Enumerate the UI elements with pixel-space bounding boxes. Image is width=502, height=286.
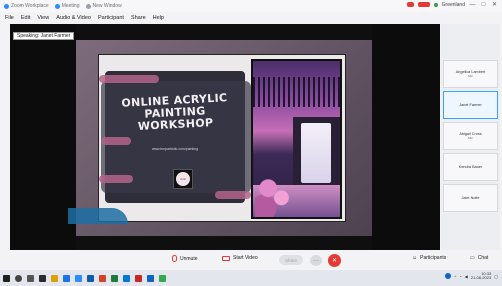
system-tray: ^ ◔ ◀ 10:33 21-08-2023 ▢ xyxy=(445,272,498,280)
menu-share[interactable]: Share xyxy=(131,15,146,21)
status-badge xyxy=(417,2,430,7)
shield-icon[interactable] xyxy=(445,273,452,279)
maximize-button[interactable]: □ xyxy=(480,2,487,8)
tab-meeting[interactable]: Meeting xyxy=(54,3,80,9)
participants-label: Participants xyxy=(420,255,447,261)
zoom-icon xyxy=(4,3,9,9)
zoom-window: Zoom Workplace Meeting New Window Greenl… xyxy=(0,0,502,286)
wifi-icon[interactable]: ◔ xyxy=(459,274,461,279)
share-button[interactable]: Share xyxy=(279,255,303,265)
chat-icon: ▭ xyxy=(470,255,475,261)
meeting-icon xyxy=(54,3,60,9)
letterbox-left xyxy=(10,24,76,250)
edge-icon[interactable] xyxy=(123,274,130,282)
menu-file[interactable]: File xyxy=(5,15,14,21)
tab-new-window[interactable]: New Window xyxy=(85,3,122,9)
participants-button[interactable]: ☺ Participants xyxy=(412,255,446,261)
title-right: Greenland — □ ✕ xyxy=(406,1,498,8)
windows-taskbar xyxy=(0,270,502,286)
notification-icon[interactable]: ▢ xyxy=(494,274,498,279)
chat-button[interactable]: ▭ Chat xyxy=(470,255,488,261)
task-view-icon[interactable] xyxy=(27,274,34,282)
participant-strip: Angelica Lambert Mic Janet Farmer Abigai… xyxy=(441,24,500,250)
participant-tile[interactable]: Abigail Cross Mic xyxy=(443,122,498,150)
store-icon[interactable] xyxy=(63,274,70,282)
participant-status: Mic xyxy=(468,74,473,78)
pink-stroke xyxy=(215,191,251,199)
participant-tile[interactable]: Kendra Bauer xyxy=(443,153,498,181)
participant-tile-active[interactable]: Janet Farmer xyxy=(443,91,498,119)
unmute-button[interactable]: Unmute xyxy=(172,255,198,262)
letterbox-right xyxy=(372,24,440,250)
start-icon[interactable] xyxy=(3,274,10,282)
waterfall-painting xyxy=(251,59,342,219)
people-icon: ☺ xyxy=(412,255,418,261)
chevron-up-icon[interactable]: ^ xyxy=(454,274,456,279)
slide-subtitle: www.bmpartistic.com/painting xyxy=(151,147,199,151)
volume-icon[interactable]: ◀ xyxy=(465,274,468,279)
shared-screen[interactable]: ONLINE ACRYLIC PAINTING WORKSHOP www.bmp… xyxy=(76,40,372,236)
minimize-button[interactable]: — xyxy=(469,2,476,8)
menu-view[interactable]: View xyxy=(37,15,49,21)
pink-stroke xyxy=(101,137,131,145)
participant-tile[interactable]: Angelica Lambert Mic xyxy=(443,60,498,88)
start-video-label: Start Video xyxy=(233,255,258,261)
menu-bar: File Edit View Audio & Video Participant… xyxy=(0,12,502,23)
menu-audio-video[interactable]: Audio & Video xyxy=(56,15,91,21)
mic-off-icon xyxy=(172,255,177,262)
pink-foliage xyxy=(255,169,299,217)
chat-label: Chat xyxy=(477,255,489,261)
excel-icon[interactable] xyxy=(111,274,118,282)
powerpoint-icon[interactable] xyxy=(99,274,106,282)
slide-title: ONLINE ACRYLIC PAINTING WORKSHOP xyxy=(121,91,228,133)
waterfall xyxy=(301,123,331,183)
title-bar: Zoom Workplace Meeting New Window Greenl… xyxy=(0,0,502,12)
taskbar-icons xyxy=(0,274,166,282)
unmute-label: Unmute xyxy=(180,255,198,262)
folder-icon[interactable] xyxy=(51,274,58,282)
tree-silhouettes xyxy=(253,77,340,107)
title-tabs: Zoom Workplace Meeting New Window xyxy=(0,0,122,12)
app-icon[interactable] xyxy=(135,274,142,282)
tab-label: Meeting xyxy=(61,3,80,9)
participant-name: Janet Farmer xyxy=(459,103,482,107)
participant-status: Mic xyxy=(468,136,473,140)
participant-tile[interactable]: Jake Nolte xyxy=(443,184,498,212)
tab-label: New Window xyxy=(92,3,122,9)
video-off-icon xyxy=(222,255,230,261)
menu-help[interactable]: Help xyxy=(153,15,164,21)
word-icon[interactable] xyxy=(87,274,94,282)
search-icon[interactable] xyxy=(15,274,22,282)
menu-participant[interactable]: Participant xyxy=(98,15,124,21)
clock-date: 21-08-2023 xyxy=(470,275,492,280)
start-video-button[interactable]: Start Video xyxy=(222,255,258,261)
tab-label: Zoom Workplace xyxy=(11,3,49,9)
speaking-indicator: Speaking: Janet Farmer xyxy=(13,32,75,40)
recording-icon[interactable] xyxy=(406,2,414,7)
workshop-logo: ArtZ xyxy=(173,169,193,189)
presence-icon xyxy=(433,2,438,7)
logo-mark: ArtZ xyxy=(176,172,190,186)
participant-name: Kendra Bauer xyxy=(458,165,483,169)
more-button[interactable]: ··· xyxy=(310,255,322,266)
window-icon xyxy=(85,3,91,9)
wallpaper-accent xyxy=(68,208,128,224)
app-icon[interactable] xyxy=(147,274,154,282)
app-icon[interactable] xyxy=(159,274,166,282)
menu-edit[interactable]: Edit xyxy=(21,15,30,21)
presentation-slide: ONLINE ACRYLIC PAINTING WORKSHOP www.bmp… xyxy=(98,54,346,222)
pink-stroke xyxy=(99,175,133,183)
pink-stroke xyxy=(99,75,159,83)
end-call-button[interactable]: ✕ xyxy=(328,254,341,267)
account-name[interactable]: Greenland xyxy=(442,2,465,8)
clock[interactable]: 10:33 21-08-2023 xyxy=(471,272,491,280)
participant-name: Jake Nolte xyxy=(461,196,480,200)
zoom-app-icon[interactable] xyxy=(75,274,82,282)
close-button[interactable]: ✕ xyxy=(491,1,498,8)
tab-zoom[interactable]: Zoom Workplace xyxy=(4,3,49,9)
widgets-icon[interactable] xyxy=(39,274,46,282)
